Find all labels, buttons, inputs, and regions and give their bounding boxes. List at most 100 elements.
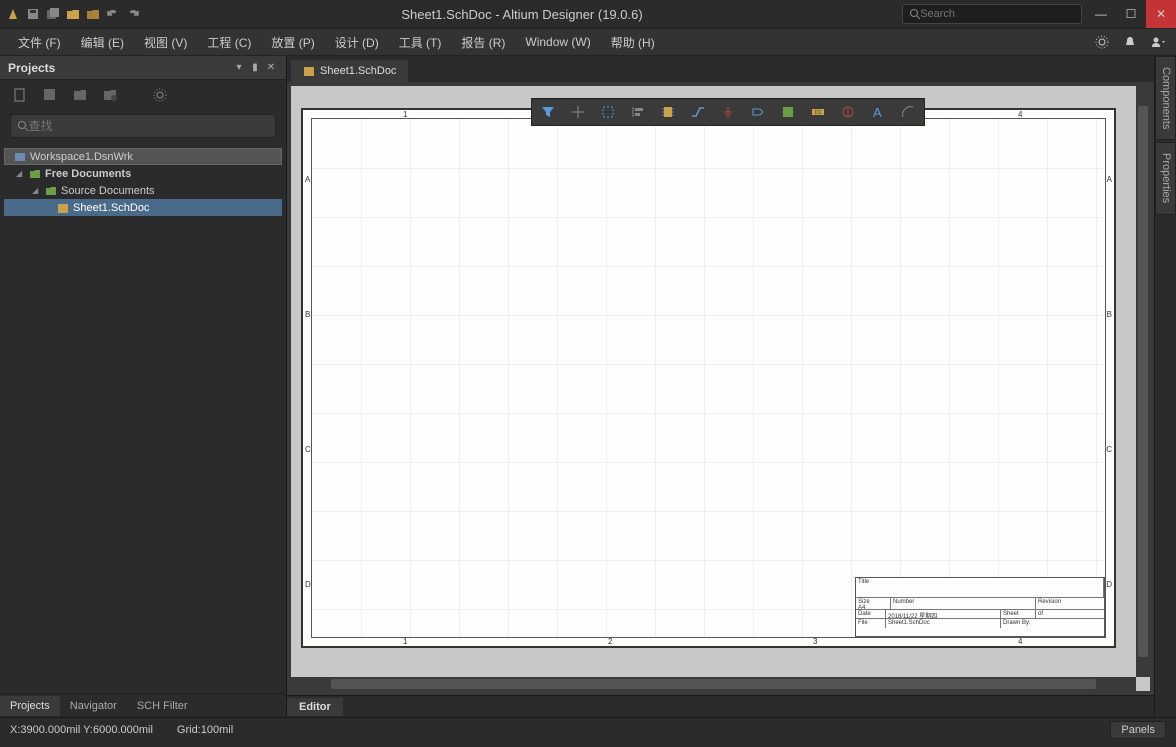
- status-bar: X:3900.000mil Y:6000.000mil Grid:100mil …: [0, 717, 1176, 741]
- title-bar: Sheet1.SchDoc - Altium Designer (19.0.6)…: [0, 0, 1176, 28]
- menu-file[interactable]: 文件 (F): [8, 30, 71, 55]
- horizontal-scrollbar[interactable]: [291, 677, 1136, 691]
- place-arc-icon[interactable]: [896, 101, 920, 123]
- menu-place[interactable]: 放置 (P): [261, 30, 324, 55]
- place-part-icon[interactable]: [656, 101, 680, 123]
- quick-access-toolbar: [0, 5, 142, 23]
- tab-properties[interactable]: Properties: [1155, 142, 1176, 214]
- tree-workspace[interactable]: Workspace1.DsnWrk: [4, 148, 282, 165]
- zone-row-label: D: [1106, 580, 1112, 589]
- redo-icon[interactable]: [124, 5, 142, 23]
- tree-label: Workspace1.DsnWrk: [30, 151, 133, 163]
- menu-window[interactable]: Window (W): [515, 31, 600, 53]
- projects-search-input[interactable]: [28, 119, 269, 133]
- editor-bar: Editor: [287, 695, 1154, 717]
- search-icon: [17, 120, 28, 132]
- panel-dropdown-icon[interactable]: ▾: [232, 61, 246, 75]
- schematic-canvas[interactable]: D1 A Title SizeA4 Number Revisio: [291, 86, 1150, 691]
- open-project-icon[interactable]: [84, 5, 102, 23]
- schematic-file-icon: [303, 65, 315, 77]
- doc-tab-sheet1[interactable]: Sheet1.SchDoc: [291, 60, 408, 82]
- schematic-sheet[interactable]: Title SizeA4 Number Revision Date 2018/1…: [301, 108, 1116, 648]
- scrollbar-thumb[interactable]: [1138, 106, 1148, 657]
- project-settings-icon[interactable]: [150, 85, 170, 105]
- zone-row-label: B: [1107, 310, 1112, 319]
- vertical-scrollbar[interactable]: [1136, 86, 1150, 677]
- titleblock-sheet-label: Sheet: [1003, 611, 1019, 617]
- status-grid: Grid:100mil: [177, 724, 233, 736]
- tab-navigator[interactable]: Navigator: [60, 696, 127, 716]
- doc-tab-label: Sheet1.SchDoc: [320, 65, 396, 77]
- titleblock-revision-label: Revision: [1038, 599, 1061, 605]
- tree-sheet-doc[interactable]: Sheet1.SchDoc: [4, 199, 282, 216]
- menu-edit[interactable]: 编辑 (E): [71, 30, 134, 55]
- expand-icon[interactable]: ◢: [32, 186, 44, 195]
- place-text-icon[interactable]: A: [866, 101, 890, 123]
- save-doc-icon[interactable]: [40, 85, 60, 105]
- scrollbar-thumb[interactable]: [331, 679, 1096, 689]
- projects-search[interactable]: [10, 114, 276, 138]
- place-port-icon[interactable]: [746, 101, 770, 123]
- maximize-button[interactable]: ☐: [1116, 0, 1146, 28]
- workspace-icon: [13, 150, 27, 164]
- place-noerror-icon[interactable]: [836, 101, 860, 123]
- user-icon[interactable]: [1148, 32, 1168, 52]
- document-tabs: Sheet1.SchDoc: [287, 56, 1154, 82]
- zone-row-label: B: [305, 310, 310, 319]
- panel-close-icon[interactable]: ✕: [264, 61, 278, 75]
- menu-project[interactable]: 工程 (C): [197, 30, 261, 55]
- projects-panel: Projects ▾ ▮ ✕ Workspace1.DsnWrk ◢: [0, 56, 287, 717]
- new-doc-icon[interactable]: [10, 85, 30, 105]
- open-icon[interactable]: [64, 5, 82, 23]
- zone-row-label: A: [305, 175, 310, 184]
- titleblock-of-label: of: [1038, 611, 1043, 617]
- titleblock-number-label: Number: [893, 599, 914, 605]
- tab-components[interactable]: Components: [1155, 56, 1176, 140]
- tab-sch-filter[interactable]: SCH Filter: [127, 696, 198, 716]
- save-all-icon[interactable]: [44, 5, 62, 23]
- align-icon[interactable]: [626, 101, 650, 123]
- menu-view[interactable]: 视图 (V): [134, 30, 197, 55]
- document-area: Sheet1.SchDoc D1 A: [287, 56, 1154, 717]
- tree-source-documents[interactable]: ◢ Source Documents: [4, 182, 282, 199]
- minimize-button[interactable]: —: [1086, 0, 1116, 28]
- close-button[interactable]: ✕: [1146, 0, 1176, 28]
- menu-bar: 文件 (F) 编辑 (E) 视图 (V) 工程 (C) 放置 (P) 设计 (D…: [0, 28, 1176, 56]
- global-search[interactable]: [902, 4, 1082, 24]
- tree-free-documents[interactable]: ◢ Free Documents: [4, 165, 282, 182]
- zone-col-label: 1: [403, 110, 407, 119]
- menu-report[interactable]: 报告 (R): [451, 30, 515, 55]
- notifications-icon[interactable]: [1120, 32, 1140, 52]
- open-folder-icon[interactable]: [100, 85, 120, 105]
- projects-header: Projects ▾ ▮ ✕: [0, 56, 286, 80]
- panels-button[interactable]: Panels: [1110, 721, 1166, 739]
- filter-icon[interactable]: [536, 101, 560, 123]
- crosshair-icon[interactable]: [566, 101, 590, 123]
- save-icon[interactable]: [24, 5, 42, 23]
- selection-icon[interactable]: [596, 101, 620, 123]
- title-block: Title SizeA4 Number Revision Date 2018/1…: [855, 577, 1105, 637]
- window-controls: — ☐ ✕: [1086, 0, 1176, 28]
- app-icon[interactable]: [4, 5, 22, 23]
- panel-pin-icon[interactable]: ▮: [248, 61, 262, 75]
- undo-icon[interactable]: [104, 5, 122, 23]
- tab-projects[interactable]: Projects: [0, 696, 60, 716]
- place-sheet-icon[interactable]: [776, 101, 800, 123]
- settings-icon[interactable]: [1092, 32, 1112, 52]
- titleblock-file-value: Sheet1.SchDoc: [888, 620, 930, 626]
- editor-tab[interactable]: Editor: [287, 698, 343, 716]
- menu-design[interactable]: 设计 (D): [325, 30, 389, 55]
- expand-icon[interactable]: ◢: [16, 169, 28, 178]
- menu-tools[interactable]: 工具 (T): [389, 30, 452, 55]
- search-input[interactable]: [920, 8, 1075, 20]
- tree-label: Free Documents: [45, 168, 131, 180]
- place-netlabel-icon[interactable]: D1: [806, 101, 830, 123]
- place-gnd-icon[interactable]: [716, 101, 740, 123]
- menu-help[interactable]: 帮助 (H): [601, 30, 665, 55]
- place-wire-icon[interactable]: [686, 101, 710, 123]
- titleblock-date-label: Date: [858, 611, 871, 617]
- zone-row-label: C: [305, 445, 311, 454]
- zone-col-label: 2: [608, 637, 612, 646]
- svg-text:A: A: [873, 105, 882, 120]
- compile-icon[interactable]: [70, 85, 90, 105]
